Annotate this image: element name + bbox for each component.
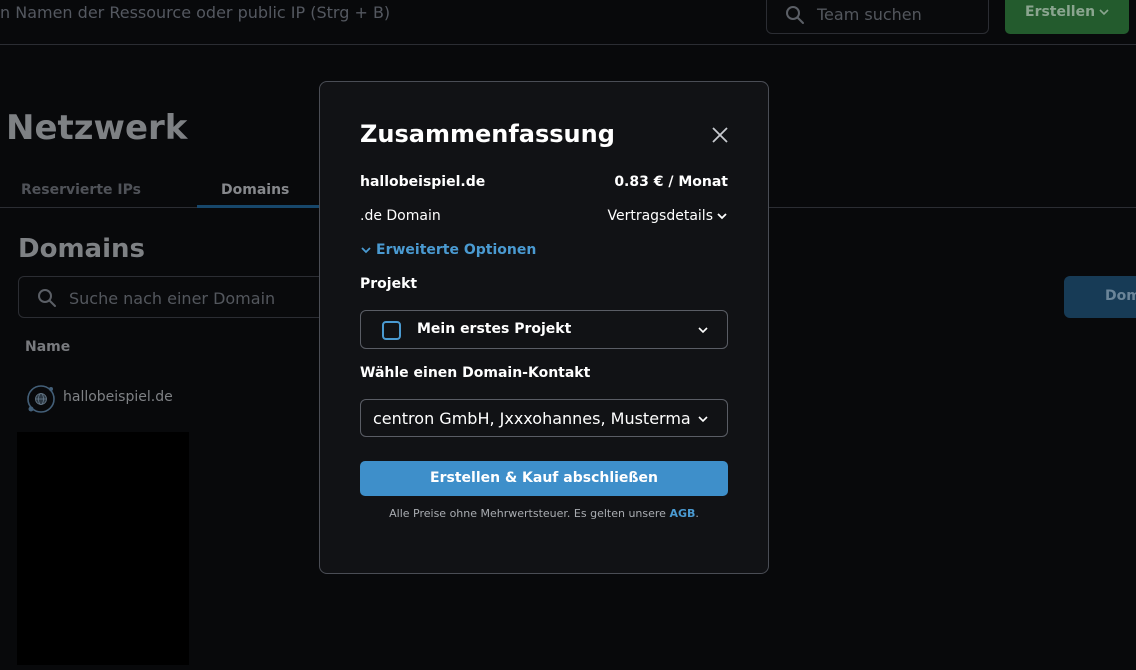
- contract-details-label: Vertragsdetails: [607, 208, 713, 224]
- agb-link[interactable]: AGB: [669, 507, 695, 520]
- chevron-down-icon: [698, 327, 708, 334]
- project-select[interactable]: Mein erstes Projekt: [360, 310, 728, 349]
- footnote-text: Alle Preise ohne Mehrwertsteuer. Es gelt…: [389, 507, 666, 520]
- summary-price: 0.83 € / Monat: [614, 174, 728, 190]
- project-select-value: Mein erstes Projekt: [417, 321, 572, 337]
- summary-tld: .de Domain: [360, 208, 441, 224]
- domain-contact-select-value: centron GmbH, Jxxxohannes, Mustermann (: [373, 409, 691, 428]
- chevron-down-icon: [698, 416, 708, 423]
- price-footnote: Alle Preise ohne Mehrwertsteuer. Es gelt…: [320, 507, 768, 520]
- domain-contact-label: Wähle einen Domain-Kontakt: [360, 365, 591, 381]
- advanced-options-label: Erweiterte Optionen: [376, 242, 537, 258]
- chevron-down-icon: [717, 213, 727, 220]
- domain-contact-select[interactable]: centron GmbH, Jxxxohannes, Mustermann (: [360, 399, 728, 437]
- contract-details-toggle[interactable]: Vertragsdetails: [607, 208, 728, 224]
- project-label: Projekt: [360, 276, 418, 292]
- advanced-options-toggle[interactable]: Erweiterte Optionen: [360, 242, 536, 258]
- close-icon[interactable]: [711, 126, 729, 144]
- summary-domain: hallobeispiel.de: [360, 174, 486, 190]
- dialog-title: Zusammenfassung: [360, 120, 615, 148]
- summary-dialog: Zusammenfassung hallobeispiel.de 0.83 € …: [319, 81, 769, 574]
- chevron-down-icon: [361, 247, 371, 254]
- create-and-purchase-button[interactable]: Erstellen & Kauf abschließen: [360, 461, 728, 496]
- footnote-end: .: [695, 507, 699, 520]
- project-color-square: [382, 321, 401, 340]
